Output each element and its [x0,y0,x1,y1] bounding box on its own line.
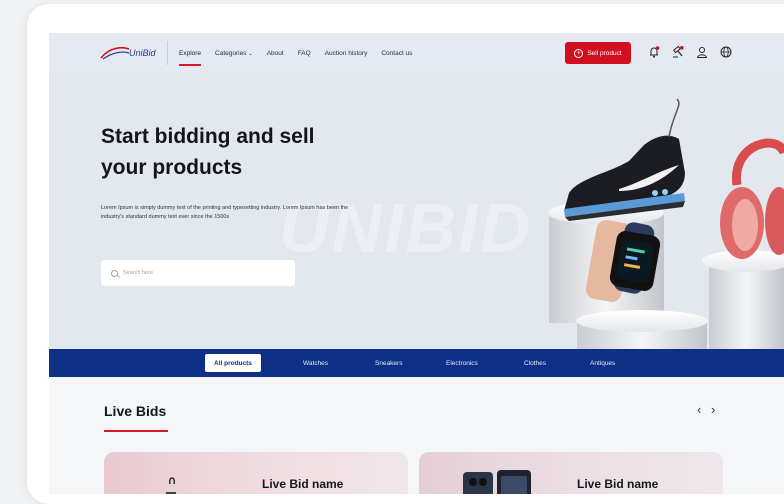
hero-section: UNIBID Start bidding and sell your produ… [49,73,784,349]
live-bid-card[interactable]: Live Bid name [104,452,408,494]
user-icon[interactable] [695,45,709,59]
nav-link-auction-history[interactable]: Auction history [325,50,368,57]
live-bid-card[interactable]: Live Bid name [419,452,723,494]
browser-frame: UniBid Explore Categories ⌄ About FAQ Auc… [27,4,784,504]
chevron-left-icon[interactable]: ‹ [697,402,701,417]
search-box[interactable] [101,260,295,286]
nav-link-faq[interactable]: FAQ [298,50,311,57]
gavel-icon[interactable] [671,45,685,59]
hero-title: Start bidding and sell your products [101,121,371,183]
live-bid-name: Live Bid name [262,477,344,491]
nav-icons [647,45,733,59]
nav-link-categories-label: Categories [215,49,247,57]
nav-divider [167,41,168,65]
hero-title-line-1: Start bidding and sell [101,125,315,148]
bell-icon[interactable] [647,45,661,59]
globe-icon[interactable] [719,45,733,59]
sell-product-label: Sell product [587,49,622,57]
nav-link-about[interactable]: About [267,50,284,57]
tab-all-products[interactable]: All products [205,354,261,372]
card-product-image [463,470,531,494]
tab-watches[interactable]: Watches [303,349,328,377]
tab-antiques[interactable]: Antiques [590,349,615,377]
nav-link-categories[interactable]: Categories ⌄ [215,50,253,57]
search-icon [111,269,118,277]
sell-product-button[interactable]: + Sell product [565,42,631,64]
top-navbar: UniBid Explore Categories ⌄ About FAQ Auc… [49,33,784,73]
nav-link-contact[interactable]: Contact us [381,50,412,57]
nav-links: Explore Categories ⌄ About FAQ Auction hi… [179,33,412,73]
hero-title-line-2: your products [101,156,243,179]
card-product-image [166,477,176,494]
chevron-right-icon[interactable]: › [711,402,715,417]
plus-circle-icon: + [574,48,584,58]
live-bids-underline [104,430,168,432]
tab-sneakers[interactable]: Sneakers [375,349,402,377]
live-bids-title: Live Bids [104,403,167,419]
category-bar: All products Watches Sneakers Electronic… [49,349,784,377]
nav-link-explore[interactable]: Explore [179,50,202,66]
logo-text: UniBid [129,48,156,58]
chevron-down-icon: ⌄ [248,50,253,57]
hero-product-illustration [548,98,784,349]
website-screen: UniBid Explore Categories ⌄ About FAQ Auc… [49,33,784,494]
tab-electronics[interactable]: Electronics [446,349,478,377]
live-bid-name: Live Bid name [577,477,659,491]
hero-description: Lorem Ipsum is simply dummy text of the … [101,205,349,220]
search-input[interactable] [123,270,283,276]
tab-clothes[interactable]: Clothes [524,349,546,377]
